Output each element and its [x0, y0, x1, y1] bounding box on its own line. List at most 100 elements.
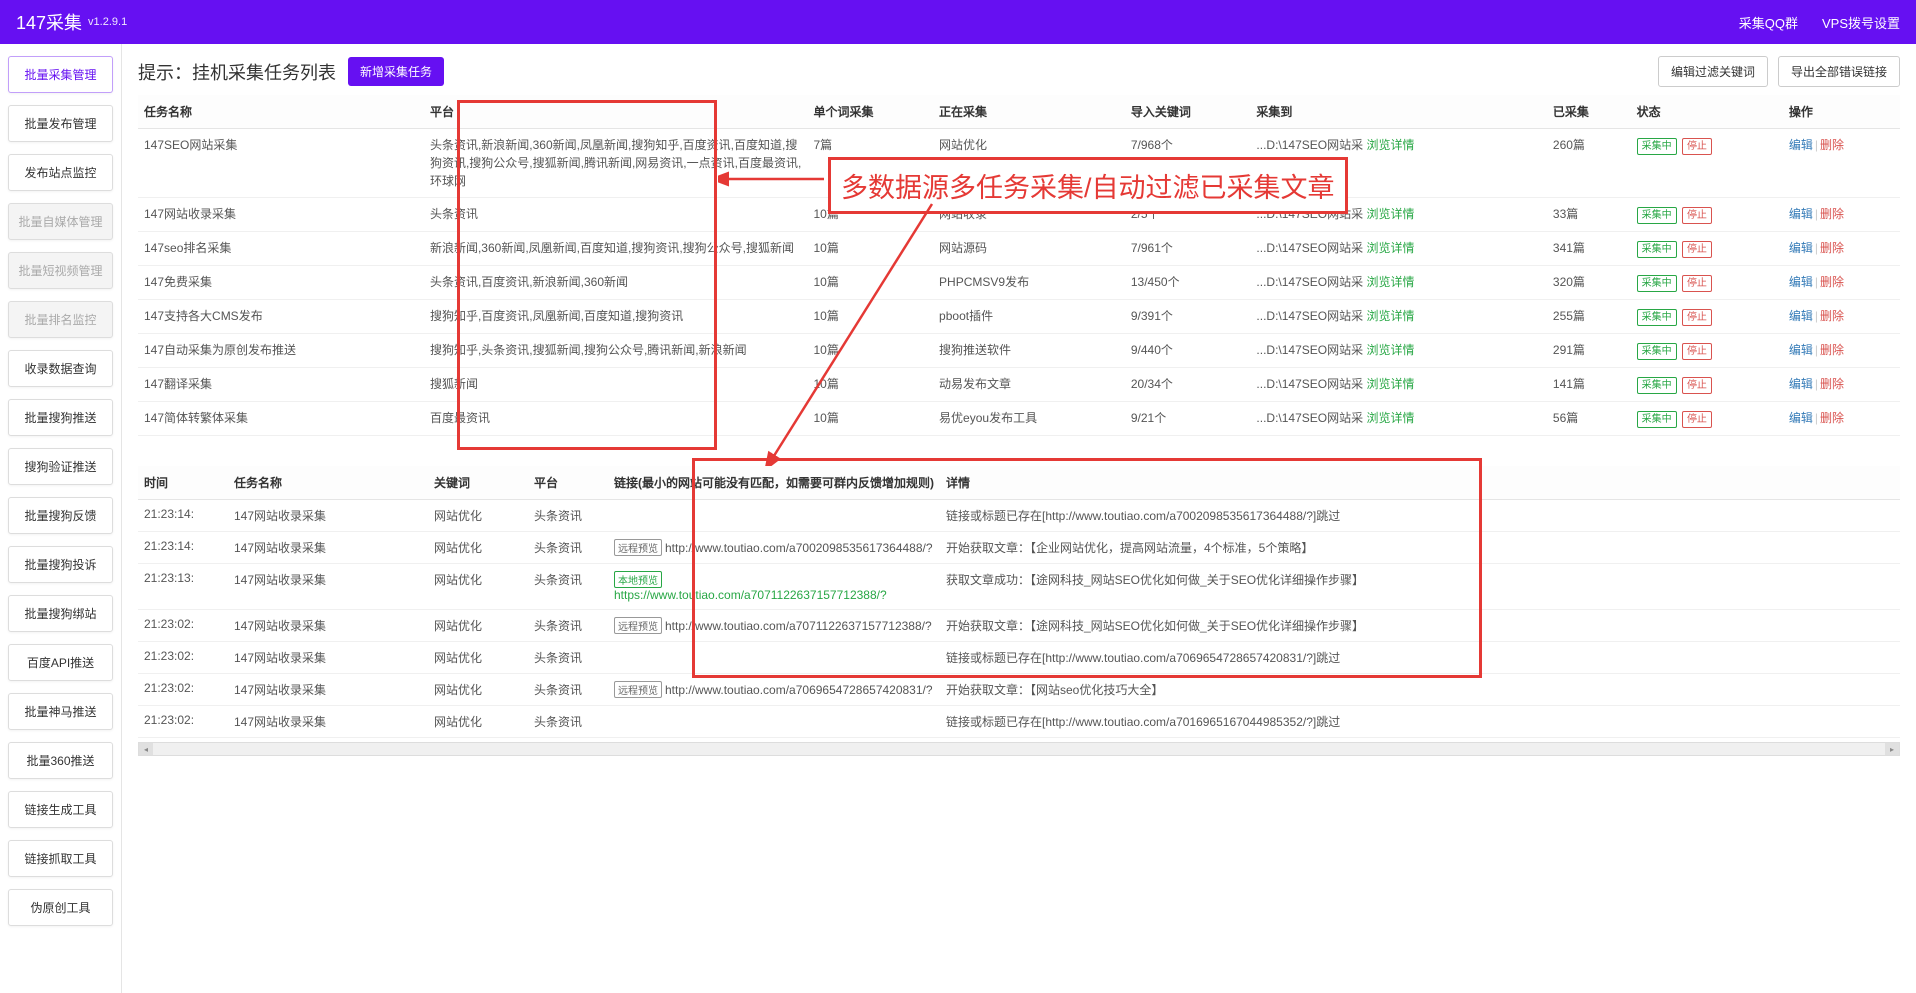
- task-collecting: 易优eyou发布工具: [933, 402, 1125, 436]
- task-platform: 搜狐新闻: [424, 368, 808, 402]
- log-row: 21:23:02:147网站收录采集网站优化头条资讯链接或标题已存在[http:…: [138, 642, 1900, 674]
- sidebar-item-8[interactable]: 搜狗验证推送: [8, 448, 113, 485]
- stop-button[interactable]: 停止: [1682, 411, 1712, 428]
- task-ops: 编辑|删除: [1783, 300, 1900, 334]
- task-ops: 编辑|删除: [1783, 402, 1900, 436]
- delete-link[interactable]: 删除: [1820, 241, 1844, 255]
- edit-filter-button[interactable]: 编辑过滤关键词: [1658, 56, 1768, 87]
- stop-button[interactable]: 停止: [1682, 241, 1712, 258]
- task-row: 147免费采集头条资讯,百度资讯,新浪新闻,360新闻10篇PHPCMSV9发布…: [138, 266, 1900, 300]
- sidebar-item-7[interactable]: 批量搜狗推送: [8, 399, 113, 436]
- remote-preview-badge[interactable]: 远程预览: [614, 617, 662, 634]
- view-detail-link[interactable]: 浏览详情: [1366, 138, 1414, 152]
- task-name: 147seo排名采集: [138, 232, 424, 266]
- task-name: 147网站收录采集: [138, 198, 424, 232]
- status-badge: 采集中: [1637, 309, 1677, 326]
- log-platform: 头条资讯: [528, 532, 608, 564]
- task-platform: 头条资讯,百度资讯,新浪新闻,360新闻: [424, 266, 808, 300]
- toolbar: 提示：挂机采集任务列表 新增采集任务 编辑过滤关键词 导出全部错误链接: [122, 44, 1916, 95]
- delete-link[interactable]: 删除: [1820, 343, 1844, 357]
- log-row: 21:23:02:147网站收录采集网站优化头条资讯远程预览http://www…: [138, 610, 1900, 642]
- horizontal-scrollbar[interactable]: ◂ ▸: [138, 742, 1900, 756]
- app-version: v1.2.9.1: [88, 16, 127, 28]
- log-time: 21:23:02:: [138, 642, 228, 674]
- delete-link[interactable]: 删除: [1820, 275, 1844, 289]
- log-detail: 链接或标题已存在[http://www.toutiao.com/a7016965…: [940, 706, 1900, 738]
- log-platform: 头条资讯: [528, 564, 608, 610]
- task-per: 7篇: [808, 129, 934, 198]
- log-row: 21:23:02:147网站收录采集网站优化头条资讯远程预览http://www…: [138, 674, 1900, 706]
- sidebar-item-9[interactable]: 批量搜狗反馈: [8, 497, 113, 534]
- log-url: https://www.toutiao.com/a707112263715771…: [614, 588, 887, 602]
- sidebar-item-16[interactable]: 链接抓取工具: [8, 840, 113, 877]
- log-keyword: 网站优化: [428, 500, 528, 532]
- sidebar-item-2[interactable]: 发布站点监控: [8, 154, 113, 191]
- sidebar-item-12[interactable]: 百度API推送: [8, 644, 113, 681]
- scroll-right-icon[interactable]: ▸: [1885, 743, 1899, 755]
- tasks-col-name: 任务名称: [138, 95, 424, 129]
- tasks-col-per_word: 单个词采集: [808, 95, 934, 129]
- delete-link[interactable]: 删除: [1820, 138, 1844, 152]
- sidebar-item-1[interactable]: 批量发布管理: [8, 105, 113, 142]
- view-detail-link[interactable]: 浏览详情: [1366, 309, 1414, 323]
- task-row: 147简体转繁体采集百度最资讯10篇易优eyou发布工具9/21个...D:\1…: [138, 402, 1900, 436]
- edit-link[interactable]: 编辑: [1789, 411, 1813, 425]
- edit-link[interactable]: 编辑: [1789, 275, 1813, 289]
- view-detail-link[interactable]: 浏览详情: [1366, 275, 1414, 289]
- task-collecting: 动易发布文章: [933, 368, 1125, 402]
- log-detail: 开始获取文章：【网站seo优化技巧大全】: [940, 674, 1900, 706]
- view-detail-link[interactable]: 浏览详情: [1366, 343, 1414, 357]
- edit-link[interactable]: 编辑: [1789, 241, 1813, 255]
- sidebar-item-4: 批量短视频管理: [8, 252, 113, 289]
- new-task-button[interactable]: 新增采集任务: [348, 57, 444, 86]
- stop-button[interactable]: 停止: [1682, 275, 1712, 292]
- remote-preview-badge[interactable]: 远程预览: [614, 539, 662, 556]
- sidebar-item-14[interactable]: 批量360推送: [8, 742, 113, 779]
- edit-link[interactable]: 编辑: [1789, 377, 1813, 391]
- task-collected: 320篇: [1547, 266, 1631, 300]
- remote-preview-badge[interactable]: 远程预览: [614, 681, 662, 698]
- delete-link[interactable]: 删除: [1820, 411, 1844, 425]
- task-name: 147自动采集为原创发布推送: [138, 334, 424, 368]
- qq-group-link[interactable]: 采集QQ群: [1739, 13, 1798, 32]
- stop-button[interactable]: 停止: [1682, 138, 1712, 155]
- app-title: 147采集: [16, 9, 82, 35]
- log-url: http://www.toutiao.com/a7071122637157712…: [665, 619, 932, 633]
- sidebar-item-13[interactable]: 批量神马推送: [8, 693, 113, 730]
- delete-link[interactable]: 删除: [1820, 309, 1844, 323]
- view-detail-link[interactable]: 浏览详情: [1366, 411, 1414, 425]
- task-status: 采集中 停止: [1631, 368, 1783, 402]
- local-preview-badge[interactable]: 本地预览: [614, 571, 662, 588]
- edit-link[interactable]: 编辑: [1789, 138, 1813, 152]
- sidebar-item-10[interactable]: 批量搜狗投诉: [8, 546, 113, 583]
- vps-settings-link[interactable]: VPS拨号设置: [1822, 13, 1900, 32]
- task-to: ...D:\147SEO网站采 浏览详情: [1250, 334, 1546, 368]
- sidebar-item-15[interactable]: 链接生成工具: [8, 791, 113, 828]
- scroll-left-icon[interactable]: ◂: [139, 743, 153, 755]
- sidebar-item-17[interactable]: 伪原创工具: [8, 889, 113, 926]
- view-detail-link[interactable]: 浏览详情: [1366, 241, 1414, 255]
- stop-button[interactable]: 停止: [1682, 343, 1712, 360]
- sidebar-item-6[interactable]: 收录数据查询: [8, 350, 113, 387]
- view-detail-link[interactable]: 浏览详情: [1366, 207, 1414, 221]
- task-kw: 9/21个: [1125, 402, 1251, 436]
- delete-link[interactable]: 删除: [1820, 207, 1844, 221]
- task-collected: 341篇: [1547, 232, 1631, 266]
- task-status: 采集中 停止: [1631, 232, 1783, 266]
- sidebar-item-11[interactable]: 批量搜狗绑站: [8, 595, 113, 632]
- stop-button[interactable]: 停止: [1682, 207, 1712, 224]
- status-badge: 采集中: [1637, 138, 1677, 155]
- edit-link[interactable]: 编辑: [1789, 309, 1813, 323]
- log-keyword: 网站优化: [428, 564, 528, 610]
- stop-button[interactable]: 停止: [1682, 309, 1712, 326]
- task-kw: 7/961个: [1125, 232, 1251, 266]
- view-detail-link[interactable]: 浏览详情: [1366, 377, 1414, 391]
- edit-link[interactable]: 编辑: [1789, 343, 1813, 357]
- task-kw: 9/440个: [1125, 334, 1251, 368]
- edit-link[interactable]: 编辑: [1789, 207, 1813, 221]
- sidebar-item-0[interactable]: 批量采集管理: [8, 56, 113, 93]
- export-errors-button[interactable]: 导出全部错误链接: [1778, 56, 1900, 87]
- status-badge: 采集中: [1637, 207, 1677, 224]
- stop-button[interactable]: 停止: [1682, 377, 1712, 394]
- delete-link[interactable]: 删除: [1820, 377, 1844, 391]
